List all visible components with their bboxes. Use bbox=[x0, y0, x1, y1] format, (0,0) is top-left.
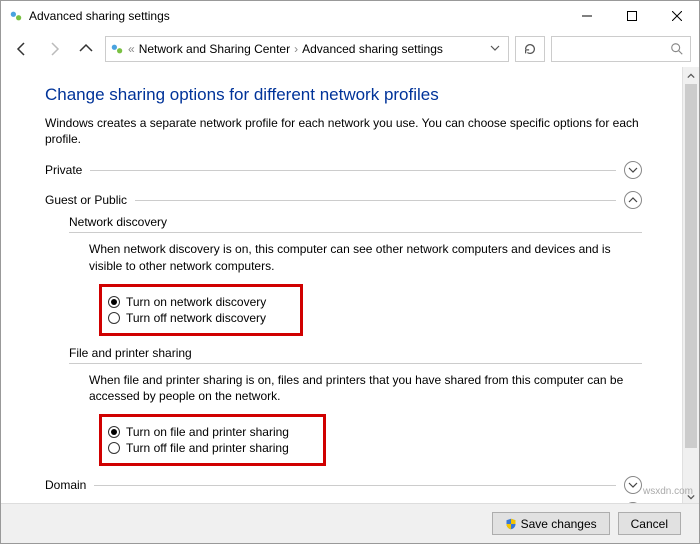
radio-file-printer-off[interactable]: Turn off file and printer sharing bbox=[108, 441, 289, 455]
search-icon bbox=[670, 42, 684, 56]
close-button[interactable] bbox=[654, 1, 699, 31]
chevron-up-icon[interactable] bbox=[624, 191, 642, 209]
page-description: Windows creates a separate network profi… bbox=[45, 115, 642, 147]
subsection-network-discovery: Network discovery bbox=[69, 215, 642, 233]
save-changes-button[interactable]: Save changes bbox=[492, 512, 610, 535]
divider bbox=[90, 170, 616, 171]
breadcrumb-dropdown-icon[interactable] bbox=[490, 42, 504, 56]
breadcrumb-level-2[interactable]: Advanced sharing settings bbox=[302, 42, 443, 56]
scroll-up-button[interactable] bbox=[683, 67, 699, 84]
section-label-domain: Domain bbox=[45, 478, 86, 492]
breadcrumb[interactable]: « Network and Sharing Center › Advanced … bbox=[105, 36, 509, 62]
network-icon bbox=[9, 9, 23, 23]
shield-icon bbox=[505, 518, 517, 530]
window-controls bbox=[564, 1, 699, 31]
divider bbox=[135, 200, 616, 201]
chevron-right-icon: › bbox=[294, 42, 298, 56]
back-button[interactable] bbox=[9, 36, 35, 62]
file-printer-radio-group: Turn on file and printer sharing Turn of… bbox=[99, 414, 326, 466]
section-private[interactable]: Private bbox=[45, 161, 642, 179]
titlebar: Advanced sharing settings bbox=[1, 1, 699, 31]
radio-icon bbox=[108, 442, 120, 454]
section-label-private: Private bbox=[45, 163, 82, 177]
radio-label: Turn on file and printer sharing bbox=[126, 425, 289, 439]
radio-icon bbox=[108, 312, 120, 324]
forward-button[interactable] bbox=[41, 36, 67, 62]
cancel-button[interactable]: Cancel bbox=[618, 512, 681, 535]
radio-icon bbox=[108, 296, 120, 308]
scrollbar[interactable] bbox=[682, 67, 699, 505]
radio-label: Turn off network discovery bbox=[126, 311, 266, 325]
radio-icon bbox=[108, 426, 120, 438]
divider bbox=[69, 232, 642, 233]
up-button[interactable] bbox=[73, 36, 99, 62]
content-area: Change sharing options for different net… bbox=[1, 67, 682, 505]
scroll-track[interactable] bbox=[683, 84, 699, 488]
divider bbox=[69, 363, 642, 364]
radio-network-discovery-off[interactable]: Turn off network discovery bbox=[108, 311, 266, 325]
minimize-button[interactable] bbox=[564, 1, 609, 31]
watermark: wsxdn.com bbox=[643, 486, 693, 497]
file-printer-explain: When file and printer sharing is on, fil… bbox=[89, 372, 642, 404]
chevron-left-icon: « bbox=[128, 42, 135, 56]
maximize-button[interactable] bbox=[609, 1, 654, 31]
window-title: Advanced sharing settings bbox=[29, 9, 170, 23]
radio-label: Turn off file and printer sharing bbox=[126, 441, 289, 455]
footer: Save changes Cancel bbox=[1, 503, 699, 543]
radio-file-printer-on[interactable]: Turn on file and printer sharing bbox=[108, 425, 289, 439]
network-discovery-radio-group: Turn on network discovery Turn off netwo… bbox=[99, 284, 303, 336]
subsection-file-printer: File and printer sharing bbox=[69, 346, 642, 364]
network-discovery-explain: When network discovery is on, this compu… bbox=[89, 241, 642, 273]
scroll-thumb[interactable] bbox=[685, 84, 697, 448]
navbar: « Network and Sharing Center › Advanced … bbox=[1, 31, 699, 67]
chevron-down-icon[interactable] bbox=[624, 476, 642, 494]
section-label-guest: Guest or Public bbox=[45, 193, 127, 207]
button-label: Save changes bbox=[521, 517, 597, 531]
network-icon bbox=[110, 42, 124, 56]
radio-network-discovery-on[interactable]: Turn on network discovery bbox=[108, 295, 266, 309]
refresh-button[interactable] bbox=[515, 36, 545, 62]
subsection-label: Network discovery bbox=[69, 215, 167, 229]
subsection-label: File and printer sharing bbox=[69, 346, 192, 360]
breadcrumb-level-1[interactable]: Network and Sharing Center bbox=[139, 42, 290, 56]
radio-label: Turn on network discovery bbox=[126, 295, 266, 309]
divider bbox=[94, 485, 616, 486]
section-domain[interactable]: Domain bbox=[45, 476, 642, 494]
page-title: Change sharing options for different net… bbox=[45, 85, 642, 105]
chevron-down-icon[interactable] bbox=[624, 161, 642, 179]
search-input[interactable] bbox=[551, 36, 691, 62]
button-label: Cancel bbox=[631, 517, 668, 531]
section-guest[interactable]: Guest or Public bbox=[45, 191, 642, 209]
